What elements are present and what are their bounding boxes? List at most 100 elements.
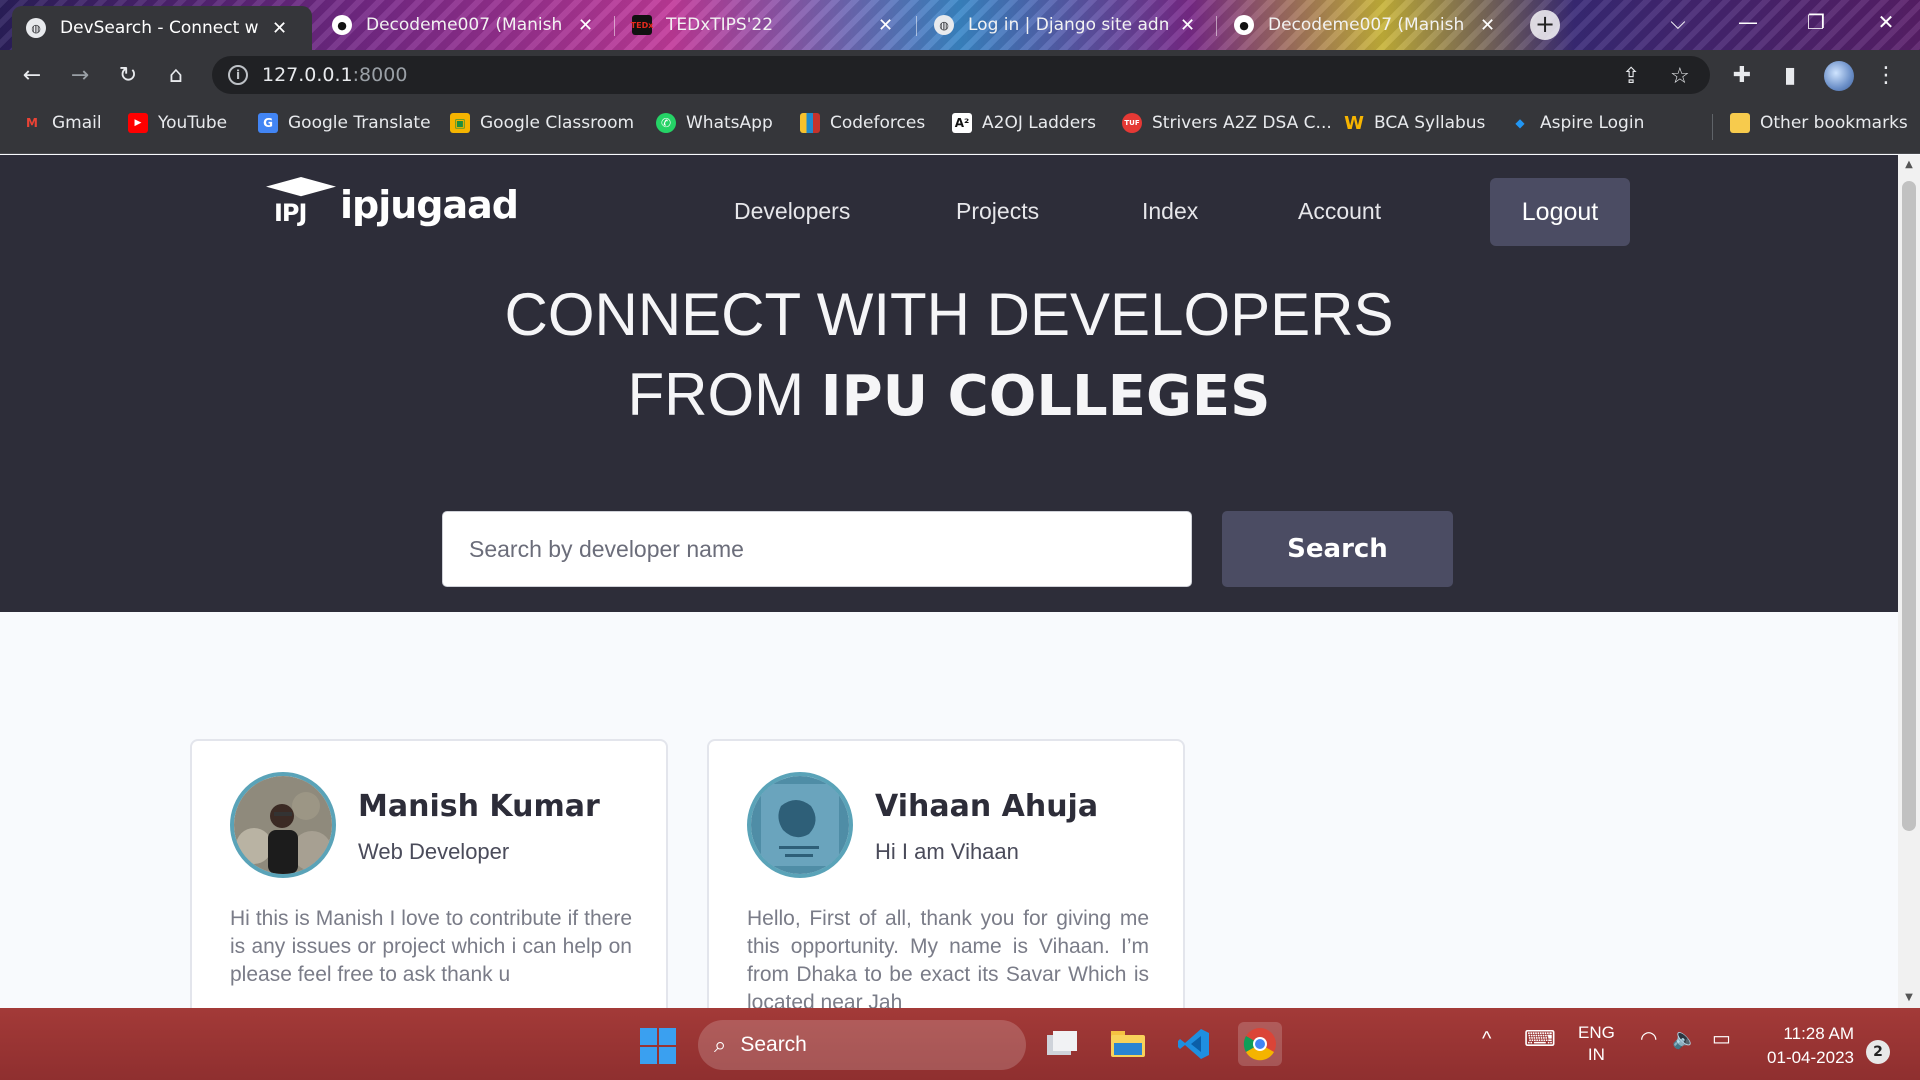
nav-projects[interactable]: Projects — [956, 198, 1039, 225]
nav-index[interactable]: Index — [1142, 198, 1198, 225]
share-icon[interactable]: ⇪ — [1622, 64, 1640, 89]
site-logo[interactable]: IPJ ipjugaad — [266, 177, 519, 233]
tab-django-admin[interactable]: ◍ Log in | Django site admi ✕ — [920, 6, 1217, 44]
bookmark-label: WhatsApp — [686, 113, 773, 133]
tab-devsearch[interactable]: ◍ DevSearch - Connect with ✕ — [12, 6, 312, 50]
tab-separator — [1216, 16, 1217, 36]
chrome-glyph — [1243, 1028, 1276, 1061]
bca-icon: W — [1344, 112, 1364, 134]
page-scrollbar[interactable]: ▲ ▼ — [1898, 155, 1920, 1008]
developer-bio: Hello, First of all, thank you for givin… — [747, 907, 1149, 1008]
windows-start-icon[interactable] — [640, 1028, 676, 1064]
side-panel-icon[interactable]: ▮ — [1774, 59, 1806, 91]
chrome-icon[interactable] — [1238, 1022, 1282, 1066]
scrollbar-thumb[interactable] — [1902, 181, 1916, 831]
bookmark-label: Aspire Login — [1540, 113, 1645, 133]
close-tab-icon[interactable]: ✕ — [1480, 15, 1495, 36]
headline-line-1: CONNECT WITH DEVELOPERS — [504, 281, 1394, 348]
bookmark-label: Strivers A2Z DSA C... — [1152, 113, 1332, 133]
wifi-icon[interactable]: ◠ — [1640, 1026, 1657, 1051]
gmail-icon: M — [26, 116, 38, 130]
bookmark-label: YouTube — [158, 113, 228, 133]
developer-search-input[interactable] — [442, 511, 1192, 587]
developer-card[interactable]: Manish Kumar Web Developer Hi this is Ma… — [190, 739, 668, 1008]
notification-badge[interactable]: 2 — [1866, 1040, 1890, 1064]
nav-developers[interactable]: Developers — [734, 198, 850, 225]
tab-separator — [614, 16, 615, 36]
start-tile — [659, 1047, 676, 1064]
close-tab-icon[interactable]: ✕ — [578, 15, 593, 36]
tab-title: Decodeme007 (Manish K — [366, 15, 566, 35]
bookmark-youtube[interactable]: ▶ YouTube — [128, 113, 227, 133]
task-view-icon[interactable] — [1040, 1022, 1084, 1066]
battery-icon[interactable]: ▭ — [1712, 1026, 1731, 1051]
logout-button[interactable]: Logout — [1490, 178, 1630, 246]
new-tab-button[interactable]: + — [1530, 10, 1560, 40]
tab-separator — [916, 16, 917, 36]
tab-search-dropdown-icon[interactable]: ⌵ — [1650, 0, 1706, 44]
site-info-icon[interactable]: i — [228, 65, 248, 85]
home-button[interactable]: ⌂ — [160, 59, 192, 91]
youtube-icon: ▶ — [128, 113, 148, 133]
taskbar-search[interactable]: ⌕ Search — [698, 1020, 1026, 1070]
close-tab-icon[interactable]: ✕ — [272, 18, 287, 39]
bookmark-codeforces[interactable]: ▮ Codeforces — [800, 113, 925, 133]
reload-button[interactable]: ↻ — [112, 59, 144, 91]
address-port: :8000 — [352, 64, 408, 86]
classroom-icon: ▣ — [450, 113, 470, 133]
bookmark-google-translate[interactable]: G Google Translate — [258, 113, 431, 133]
bookmark-aspire-login[interactable]: ◆ Aspire Login — [1510, 113, 1644, 133]
address-bar[interactable]: i 127.0.0.1:8000 ⇪ ☆ — [212, 56, 1710, 94]
bookmark-google-classroom[interactable]: ▣ Google Classroom — [450, 113, 634, 133]
file-explorer-icon[interactable] — [1106, 1022, 1150, 1066]
minimize-button[interactable]: — — [1720, 0, 1776, 44]
tab-tedx[interactable]: TEDx TEDxTIPS'22 ✕ — [618, 6, 917, 44]
hero-section: IPJ ipjugaad Developers Projects Index A… — [0, 155, 1898, 612]
tab-github-1[interactable]: ● Decodeme007 (Manish K ✕ — [318, 6, 615, 44]
close-window-button[interactable]: ✕ — [1858, 0, 1914, 44]
forward-button[interactable]: → — [64, 59, 96, 91]
language-indicator[interactable]: ENG IN — [1578, 1022, 1615, 1066]
developer-card[interactable]: Vihaan Ahuja Hi I am Vihaan Hello, First… — [707, 739, 1185, 1008]
vscode-icon[interactable] — [1172, 1022, 1216, 1066]
keyboard-icon[interactable]: ⌨ — [1524, 1026, 1556, 1052]
profile-avatar[interactable] — [1824, 61, 1854, 91]
tab-github-2[interactable]: ● Decodeme007 (Manish K ✕ — [1220, 6, 1516, 44]
bookmark-strivers[interactable]: TUF Strivers A2Z DSA C... — [1122, 113, 1332, 133]
show-hidden-icons-chevron[interactable]: ^ — [1482, 1028, 1491, 1051]
clock[interactable]: 11:28 AM 01-04-2023 — [1760, 1022, 1854, 1070]
clock-time: 11:28 AM — [1783, 1024, 1854, 1043]
bookmark-a2oj[interactable]: A² A2OJ Ladders — [952, 113, 1096, 133]
developer-name[interactable]: Manish Kumar — [358, 789, 600, 824]
bookmark-whatsapp[interactable]: ✆ WhatsApp — [656, 113, 773, 133]
headline-emphasis: IPU COLLEGES — [820, 364, 1271, 429]
extensions-icon[interactable]: ✚ — [1726, 59, 1758, 91]
globe-icon: ◍ — [934, 15, 954, 35]
search-button[interactable]: Search — [1222, 511, 1453, 587]
nav-account[interactable]: Account — [1298, 198, 1381, 225]
translate-icon: G — [258, 113, 278, 133]
bookmark-label: BCA Syllabus — [1374, 113, 1486, 133]
back-button[interactable]: ← — [16, 59, 48, 91]
bookmark-star-icon[interactable]: ☆ — [1670, 64, 1690, 89]
tuf-icon: TUF — [1122, 113, 1142, 133]
close-tab-icon[interactable]: ✕ — [1180, 15, 1195, 36]
bookmark-label: Other bookmarks — [1760, 113, 1908, 133]
avatar-photo-icon — [751, 776, 849, 874]
scroll-up-arrow-icon[interactable]: ▲ — [1898, 155, 1920, 175]
close-tab-icon[interactable]: ✕ — [878, 15, 893, 36]
browser-menu-icon[interactable]: ⋮ — [1870, 59, 1902, 91]
bookmark-gmail[interactable]: M Gmail — [22, 113, 102, 133]
address-url[interactable]: 127.0.0.1:8000 — [262, 64, 407, 86]
restore-button[interactable]: ❐ — [1788, 0, 1844, 44]
developer-name[interactable]: Vihaan Ahuja — [875, 789, 1098, 824]
tab-title: Log in | Django site admi — [968, 15, 1168, 35]
volume-icon[interactable]: 🔈 — [1672, 1026, 1697, 1051]
other-bookmarks[interactable]: ▬ Other bookmarks — [1730, 113, 1908, 133]
browser-toolbar: ← → ↻ ⌂ i 127.0.0.1:8000 ⇪ ☆ ✚ ▮ ⋮ — [0, 50, 1920, 100]
bookmark-bca-syllabus[interactable]: W BCA Syllabus — [1344, 112, 1486, 134]
developer-role: Hi I am Vihaan — [875, 839, 1019, 864]
windows-taskbar: ⌕ Search ^ ⌨ ENG IN ◠ 🔈 ▭ 11:28 AM 01-04… — [0, 1008, 1920, 1080]
scroll-down-arrow-icon[interactable]: ▼ — [1898, 988, 1920, 1008]
start-tile — [640, 1028, 657, 1045]
